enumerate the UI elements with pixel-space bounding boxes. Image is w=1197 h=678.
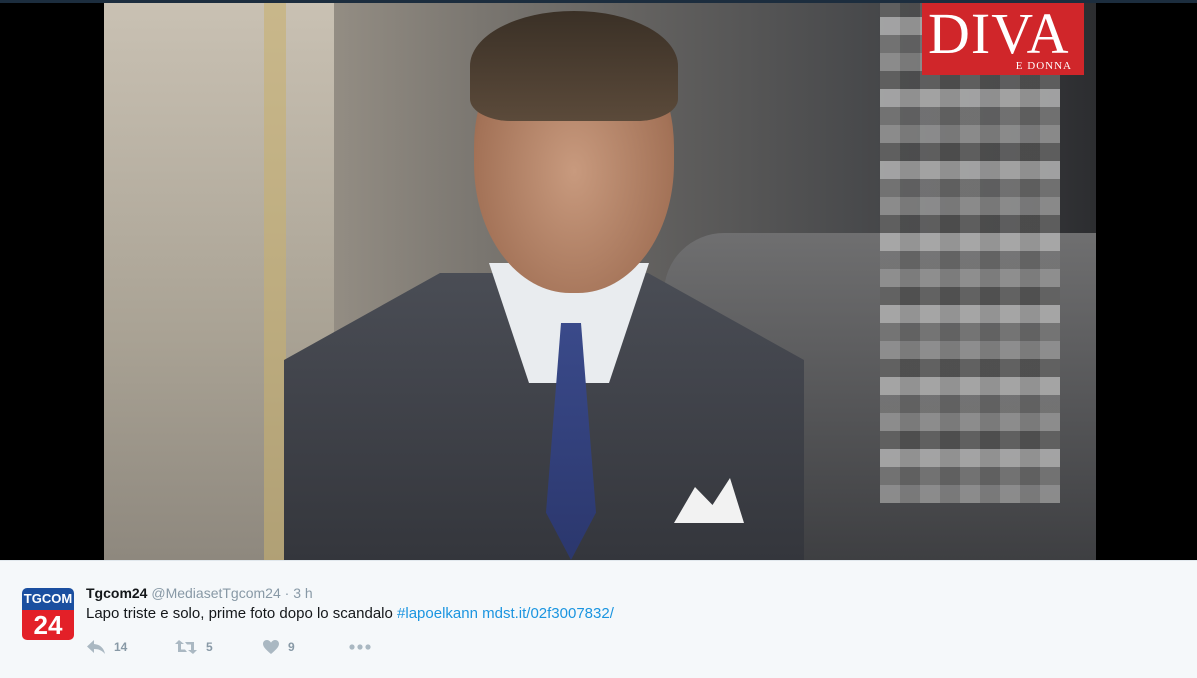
retweet-button[interactable]: 5 — [174, 637, 213, 657]
url-link[interactable]: mdst.it/02f3007832/ — [482, 605, 614, 622]
author-handle[interactable]: @MediasetTgcom24 — [151, 585, 280, 601]
reply-button[interactable]: 14 — [86, 637, 127, 657]
photo-person — [174, 3, 804, 560]
pixelated-area — [880, 3, 1060, 503]
media-container[interactable]: DIVA E DONNA — [0, 3, 1197, 560]
more-button[interactable] — [348, 637, 372, 657]
retweet-count: 5 — [206, 640, 213, 654]
reply-count: 14 — [114, 640, 128, 654]
diva-magazine-logo: DIVA E DONNA — [922, 3, 1084, 75]
tweet-time[interactable]: 3 h — [293, 585, 312, 601]
like-icon — [262, 639, 280, 655]
like-count: 9 — [288, 640, 295, 654]
hashtag-link[interactable]: #lapoelkann — [397, 605, 478, 622]
avatar-bottom-text: 24 — [22, 610, 74, 640]
tweet-photo[interactable]: DIVA E DONNA — [104, 3, 1096, 560]
person-hair — [470, 11, 678, 121]
tweet-text: Lapo triste e solo, prime foto dopo lo s… — [86, 605, 614, 622]
magazine-title: DIVA — [928, 3, 1070, 66]
author-name[interactable]: Tgcom24 — [86, 585, 147, 601]
tweet-card: TGCOM 24 Tgcom24 @MediasetTgcom24 · 3 h … — [0, 560, 1197, 678]
more-icon — [348, 642, 372, 652]
magazine-subtitle: E DONNA — [1015, 60, 1072, 72]
avatar-top-text: TGCOM — [22, 588, 74, 610]
tweet-text-body: Lapo triste e solo, prime foto dopo lo s… — [86, 605, 398, 622]
reply-icon — [86, 639, 106, 655]
avatar[interactable]: TGCOM 24 — [22, 588, 74, 640]
time-separator: · — [280, 585, 294, 601]
retweet-icon — [174, 639, 198, 655]
tweet-header: Tgcom24 @MediasetTgcom24 · 3 h — [86, 585, 313, 601]
like-button[interactable]: 9 — [262, 637, 295, 657]
